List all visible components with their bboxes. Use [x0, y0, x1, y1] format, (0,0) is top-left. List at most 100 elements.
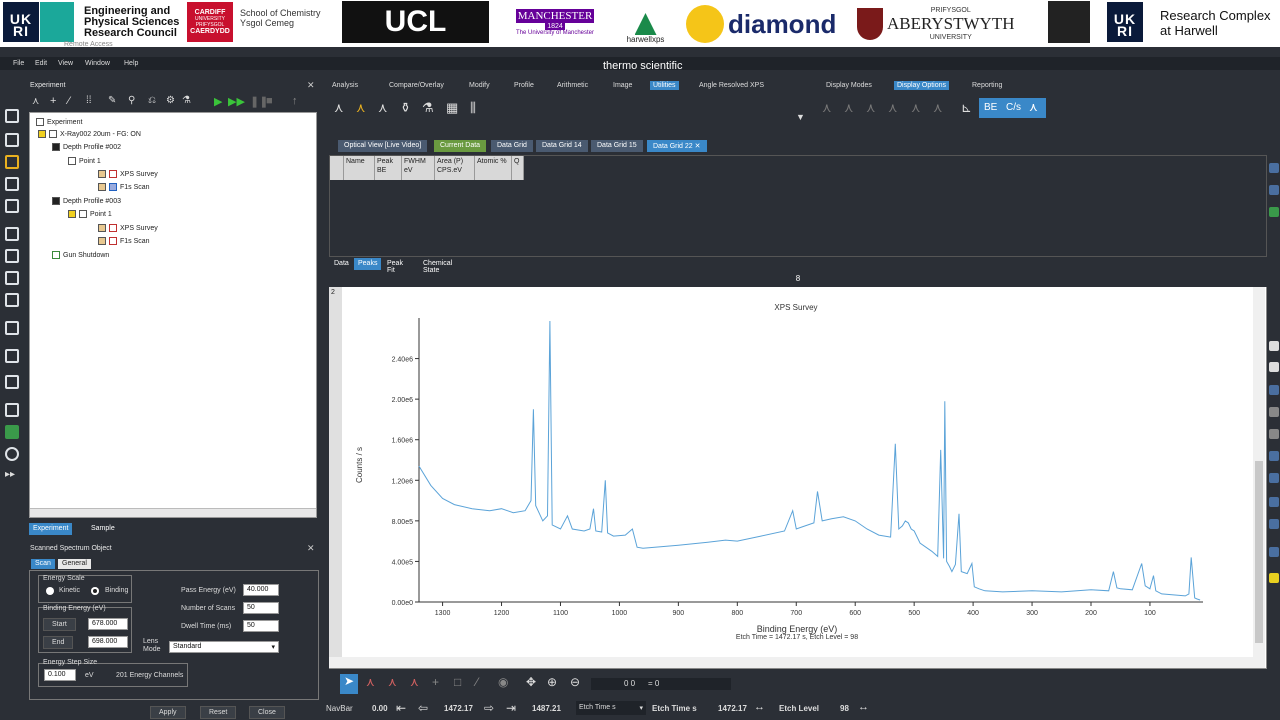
- tab-image[interactable]: Image: [613, 82, 632, 89]
- hierarchy-icon[interactable]: [5, 349, 19, 363]
- play-icon[interactable]: ▶: [214, 95, 222, 108]
- tab-compare[interactable]: Compare/Overlay: [389, 82, 444, 89]
- first-icon[interactable]: ⇤: [396, 701, 406, 715]
- tab-angle-resolved[interactable]: Angle Resolved XPS: [699, 82, 764, 89]
- dwell-input[interactable]: 50: [243, 620, 279, 632]
- tab-data[interactable]: Data: [330, 258, 353, 270]
- tab-analysis[interactable]: Analysis: [332, 82, 358, 89]
- line-icon[interactable]: ⁄: [68, 95, 70, 107]
- tab-experiment[interactable]: Experiment: [29, 523, 73, 535]
- step-size-input[interactable]: 0.100: [44, 669, 76, 681]
- tree-node[interactable]: XPS Survey: [98, 170, 158, 178]
- prev-icon[interactable]: ⇦: [418, 701, 428, 715]
- folder-icon[interactable]: [1269, 185, 1279, 195]
- tab-data-grid-15[interactable]: Data Grid 15: [591, 140, 643, 152]
- zoom-out-icon[interactable]: ⊖: [570, 675, 580, 689]
- spectrum-toggle-icon[interactable]: ⋏: [1029, 100, 1038, 114]
- reset-button[interactable]: Reset: [200, 706, 237, 719]
- tab-data-grid[interactable]: Data Grid: [491, 140, 533, 152]
- peak-marker-icon[interactable]: ⋏: [366, 675, 375, 689]
- settings-icon[interactable]: ⚙: [166, 95, 175, 106]
- cross-icon[interactable]: [1269, 362, 1279, 372]
- be-toggle[interactable]: BE: [984, 102, 997, 113]
- sample-icon[interactable]: ⚲: [128, 95, 135, 106]
- col-fwhm[interactable]: FWHM eV: [402, 156, 435, 180]
- strip-icon[interactable]: [5, 271, 19, 285]
- etch-time-slider-icon[interactable]: ↔: [754, 701, 765, 713]
- display-mode-6-icon[interactable]: ⋏: [933, 100, 943, 116]
- pointer-icon[interactable]: ➤: [340, 674, 358, 694]
- chart-scrollbar[interactable]: [1253, 287, 1265, 657]
- tab-modify[interactable]: Modify: [469, 82, 490, 89]
- kinetic-radio[interactable]: [46, 587, 54, 595]
- tab-display-options[interactable]: Display Options: [894, 81, 950, 90]
- curve-icon[interactable]: [5, 227, 19, 241]
- display-mode-5-icon[interactable]: ⋏: [911, 100, 921, 116]
- num-scans-input[interactable]: 50: [243, 602, 279, 614]
- tree-node[interactable]: Depth Profile #003: [52, 197, 121, 205]
- col-q[interactable]: Q: [512, 156, 524, 180]
- next-icon[interactable]: ⇨: [484, 701, 494, 715]
- tree-node[interactable]: Point 1: [68, 157, 101, 165]
- text-icon[interactable]: [1269, 163, 1279, 173]
- ma-icon[interactable]: [5, 425, 19, 439]
- tree-node[interactable]: F1s Scan: [98, 237, 150, 245]
- col-area[interactable]: Area (P) CPS.eV: [435, 156, 475, 180]
- tree-node[interactable]: X-Ray002 20um - FG: ON: [38, 130, 141, 138]
- peak-marker-2-icon[interactable]: ⋏: [388, 675, 397, 689]
- menu-file[interactable]: File: [13, 60, 24, 67]
- lambda-icon[interactable]: ⋏: [32, 96, 39, 107]
- tab-utilities[interactable]: Utilities: [650, 81, 679, 90]
- tree-node[interactable]: Depth Profile #002: [52, 143, 121, 151]
- etch-level-slider-icon[interactable]: ↔: [858, 701, 869, 713]
- search-icon[interactable]: [5, 447, 19, 461]
- new-file-icon[interactable]: [5, 109, 19, 123]
- bar-chart-icon[interactable]: ⫼: [470, 100, 476, 116]
- list-icon[interactable]: [1269, 407, 1279, 417]
- flask-icon[interactable]: [5, 375, 19, 389]
- table-ribbon-icon[interactable]: ▦: [446, 100, 458, 116]
- dropdown-arrow-icon[interactable]: ▼: [796, 112, 805, 122]
- rect-icon[interactable]: □: [454, 675, 461, 689]
- tree-node[interactable]: Experiment: [36, 118, 82, 126]
- start-input[interactable]: 678.000: [88, 618, 128, 630]
- bottle-icon[interactable]: ⚱: [400, 100, 411, 116]
- tab-peaks[interactable]: Peaks: [354, 258, 382, 270]
- flask-small-icon[interactable]: ⚗: [182, 95, 191, 106]
- menu-help[interactable]: Help: [124, 60, 138, 67]
- tab-arithmetic[interactable]: Arithmetic: [557, 82, 588, 89]
- tab-reporting[interactable]: Reporting: [972, 82, 1002, 89]
- peak-fit-icon[interactable]: ⋏: [356, 100, 366, 116]
- add-marker-icon[interactable]: +: [432, 675, 439, 689]
- tab-general[interactable]: General: [58, 559, 91, 569]
- close-icon[interactable]: ✕: [695, 143, 701, 150]
- tab-optical-view[interactable]: Optical View [Live Video]: [338, 140, 428, 152]
- play-all-icon[interactable]: ▶▶: [228, 95, 245, 108]
- peak-edit-icon[interactable]: ⋏: [378, 100, 388, 116]
- display-mode-1-icon[interactable]: ⋏: [822, 100, 832, 116]
- table-icon[interactable]: [5, 321, 19, 335]
- end-button[interactable]: End: [43, 636, 74, 649]
- tree-node[interactable]: F1s Scan: [98, 183, 150, 191]
- display-mode-3-icon[interactable]: ⋏: [866, 100, 876, 116]
- tab-current-data[interactable]: Current Data: [434, 140, 487, 152]
- display-mode-4-icon[interactable]: ⋏: [888, 100, 898, 116]
- tab-profile[interactable]: Profile: [514, 82, 534, 89]
- menu-view[interactable]: View: [58, 60, 73, 67]
- list-2-icon[interactable]: [1269, 429, 1279, 439]
- end-input[interactable]: 698.000: [88, 636, 128, 648]
- highlight-icon[interactable]: [1269, 573, 1279, 583]
- print-icon[interactable]: [5, 199, 19, 213]
- peak-icon[interactable]: ⋏: [334, 100, 344, 116]
- tree-node[interactable]: Point 1: [68, 210, 112, 218]
- tab-display-modes[interactable]: Display Modes: [826, 82, 872, 89]
- microscope-icon[interactable]: [5, 249, 19, 263]
- tab-sample[interactable]: Sample: [87, 523, 119, 535]
- up-icon[interactable]: ↑: [292, 95, 298, 107]
- stage-icon[interactable]: ⎌: [148, 95, 156, 106]
- grid-icon[interactable]: [5, 155, 19, 169]
- grid-blue-icon[interactable]: [1269, 385, 1279, 395]
- layout-icon[interactable]: [1269, 473, 1279, 483]
- etch-time-select[interactable]: Etch Time s ▾: [576, 701, 646, 715]
- expand-icon[interactable]: ▸▸: [5, 469, 19, 483]
